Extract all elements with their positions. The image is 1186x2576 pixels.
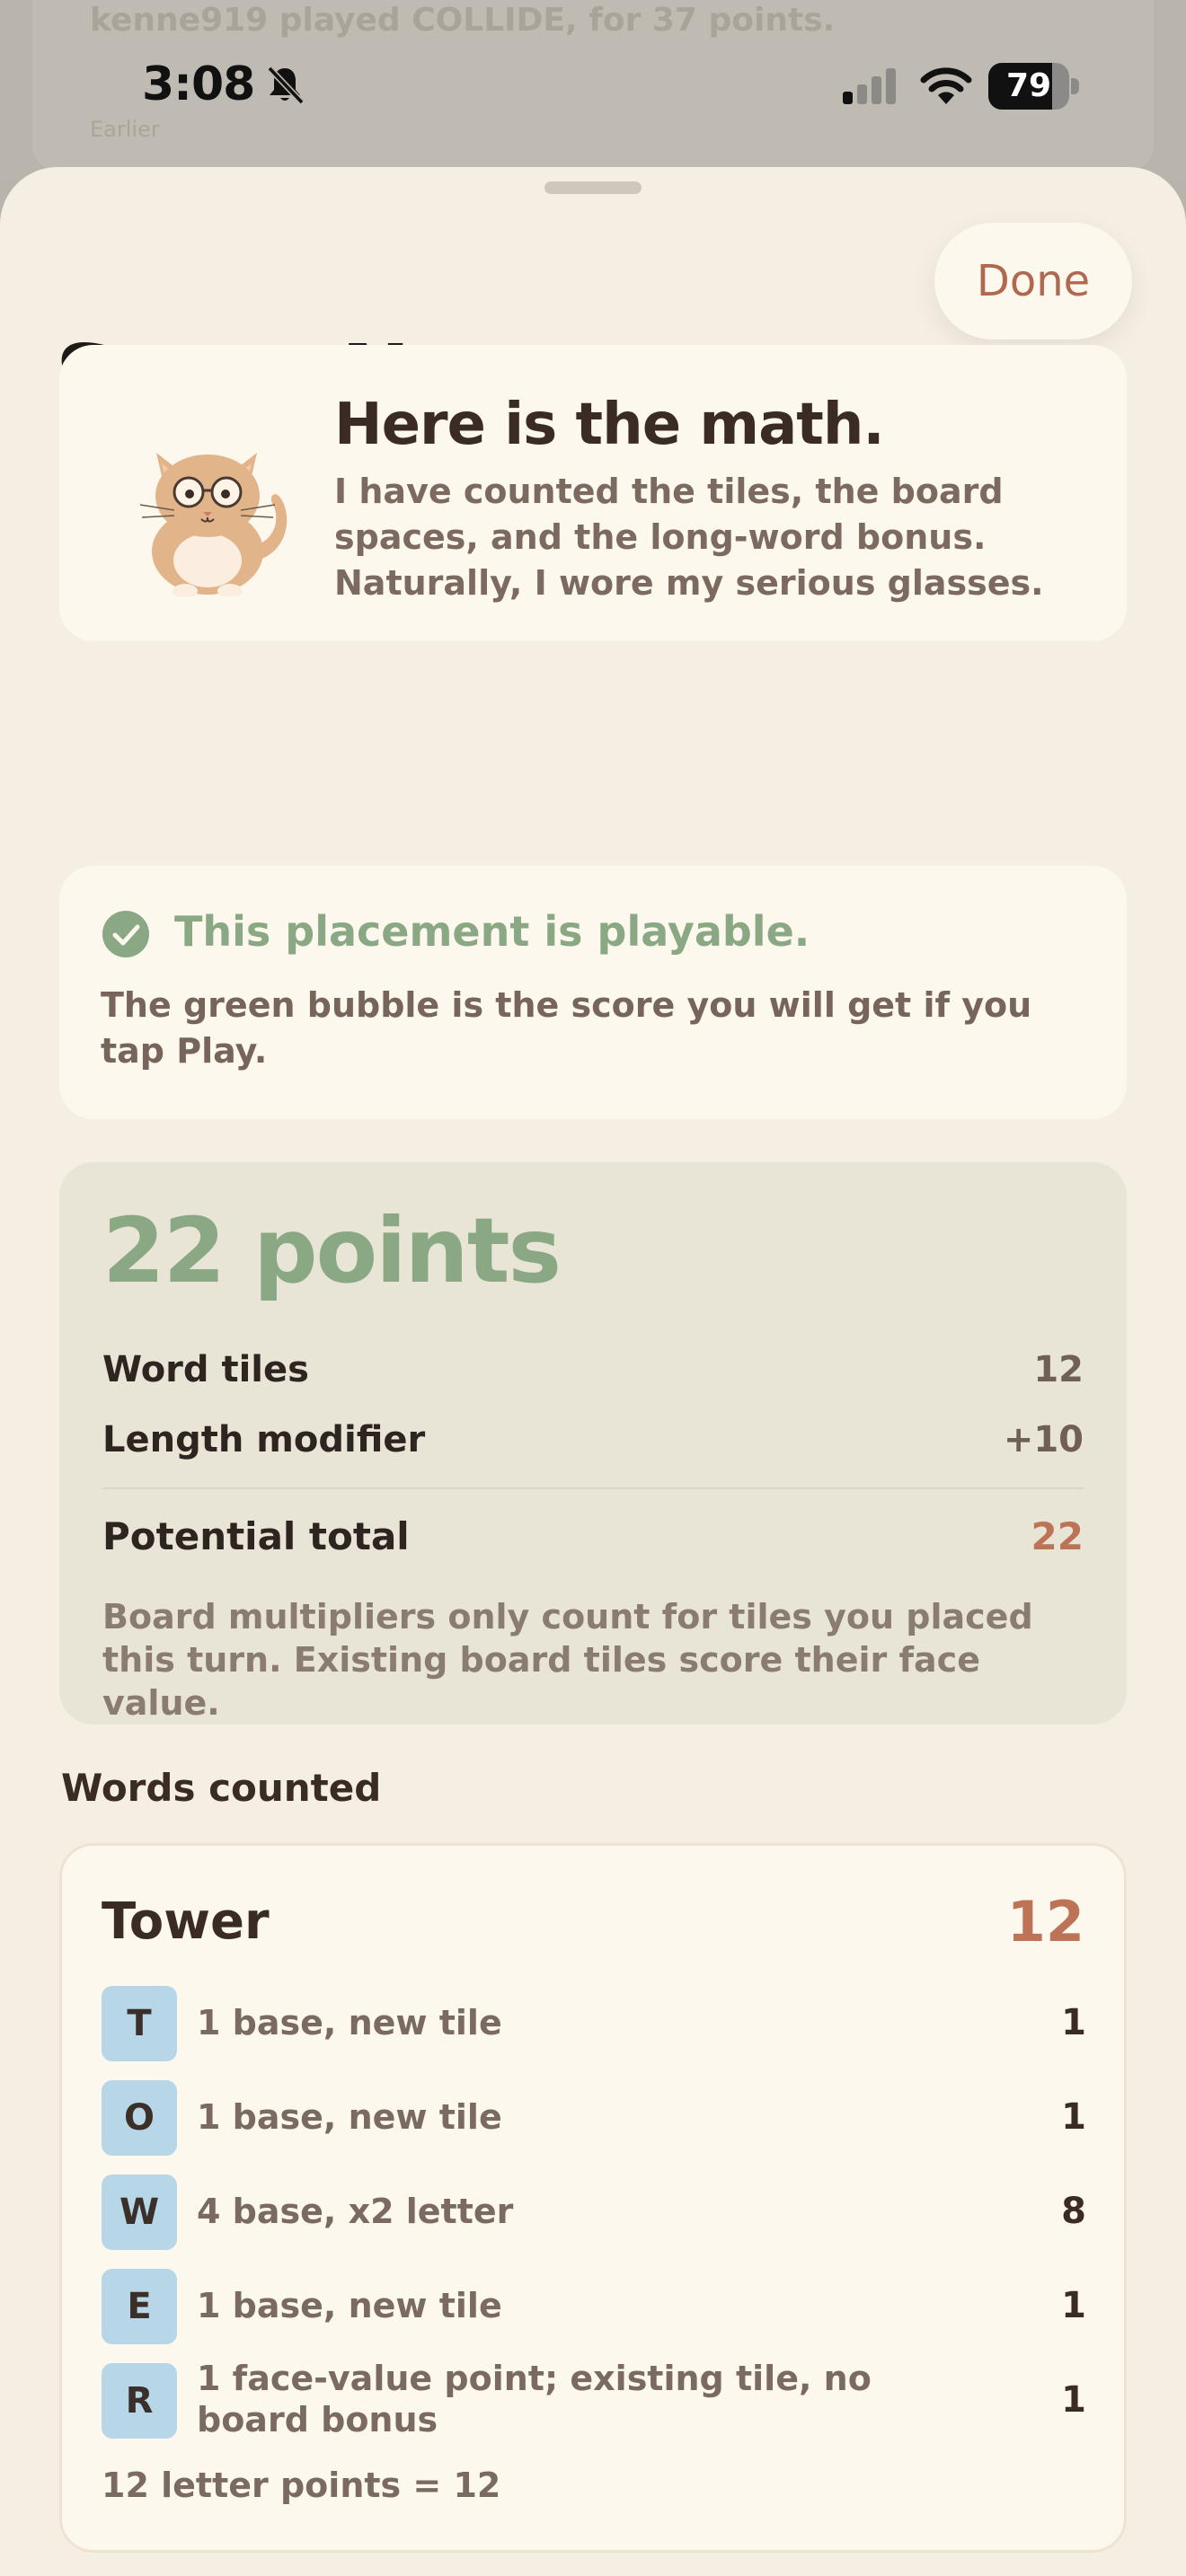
score-row-potential-total: Potential total 22 (102, 1514, 1084, 1568)
intro-title: Here is the math. (334, 392, 885, 458)
letter-tile: O (102, 2080, 177, 2156)
score-divider (102, 1487, 1084, 1489)
letter-row: E 1 base, new tile 1 (102, 2269, 1086, 2344)
intro-body: I have counted the tiles, the board spac… (334, 472, 1044, 603)
score-row-value: 22 (1031, 1514, 1084, 1558)
letter-row: T 1 base, new tile 1 (102, 1986, 1086, 2061)
score-row-word-tiles: Word tiles 12 (102, 1349, 1084, 1403)
letter-tile: W (102, 2175, 177, 2250)
done-button[interactable]: Done (934, 223, 1132, 340)
placement-status-heading: This placement is playable. (174, 907, 810, 956)
word-name: Tower (102, 1892, 270, 1951)
battery-icon: 79 (988, 63, 1082, 110)
score-total: 22 points (102, 1198, 562, 1303)
letter-row: R 1 face-value point; existing tile, no … (102, 2359, 1086, 2439)
score-row-label: Word tiles (102, 1349, 309, 1390)
letter-points: 1 (1061, 2002, 1086, 2043)
letter-points: 8 (1061, 2191, 1086, 2232)
intro-card: Here is the math. I have counted the til… (59, 345, 1127, 641)
sheet-grabber[interactable] (544, 181, 642, 194)
bell-slash-icon (267, 66, 305, 105)
letter-tile: R (102, 2363, 177, 2439)
letter-points: 1 (1061, 2379, 1086, 2421)
score-breakdown-card: 22 points Word tiles 12 Length modifier … (59, 1162, 1127, 1725)
cat-with-glasses-icon (139, 453, 288, 596)
cellular-signal-icon (843, 68, 896, 104)
letter-points: 1 (1061, 2285, 1086, 2326)
letter-description: 1 face-value point; existing tile, no bo… (197, 2359, 872, 2439)
placement-status-card: This placement is playable. The green bu… (59, 866, 1127, 1119)
letter-description: 1 base, new tile (197, 2003, 502, 2042)
letter-row: W 4 base, x2 letter 8 (102, 2175, 1086, 2250)
score-note: Board multipliers only count for tiles y… (102, 1597, 1033, 1723)
letter-tile: T (102, 1986, 177, 2061)
score-row-label: Potential total (102, 1514, 410, 1558)
score-row-value: 12 (1033, 1349, 1084, 1390)
word-summary: 12 letter points = 12 (102, 2466, 501, 2505)
word-score: 12 (1006, 1889, 1084, 1954)
letter-row: O 1 base, new tile 1 (102, 2080, 1086, 2156)
score-row-label: Length modifier (102, 1419, 426, 1460)
word-card: Tower 12 T 1 base, new tile 1 O 1 base, … (59, 1843, 1127, 2553)
status-bar: 3:08 79 (0, 0, 1186, 171)
letter-description: 1 base, new tile (197, 2286, 502, 2325)
placement-status-body: The green bubble is the score you will g… (101, 985, 1032, 1071)
letter-description: 1 base, new tile (197, 2097, 502, 2137)
words-counted-label: Words counted (61, 1766, 382, 1810)
letter-description: 4 base, x2 letter (197, 2192, 514, 2231)
checkmark-circle-icon (102, 911, 149, 957)
status-time: 3:08 (142, 57, 255, 111)
wifi-icon (920, 67, 972, 104)
battery-percent: 79 (1005, 67, 1052, 104)
battery-nub (1071, 78, 1079, 94)
letter-points: 1 (1061, 2096, 1086, 2138)
score-row-value: +10 (1003, 1419, 1084, 1460)
score-row-length-modifier: Length modifier +10 (102, 1419, 1084, 1473)
letter-tile: E (102, 2269, 177, 2344)
